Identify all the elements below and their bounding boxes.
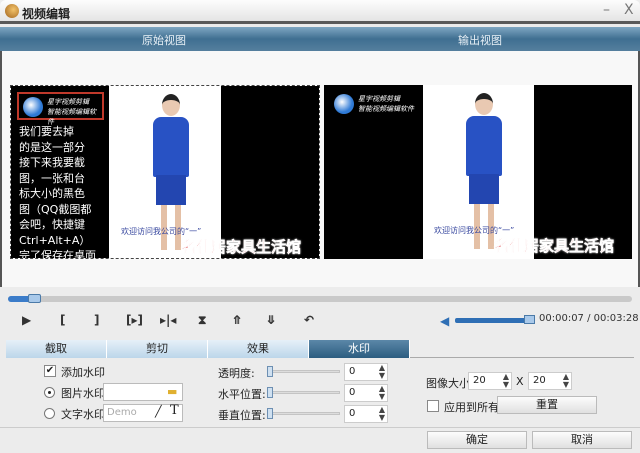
overlay-line: 标大小的黑色 xyxy=(19,187,85,200)
original-preview[interactable]: 星宇视频剪辑 智能视频编辑软件 我们要去掉的是这一部分 接下来我要截 图，一张和台 标大… xyxy=(10,85,320,259)
overlay-line: 图，一张和台 xyxy=(19,171,85,185)
size-width-spinner[interactable]: 20 ▲ ▼ xyxy=(468,372,512,390)
overlay-line: 会吧，快捷键 xyxy=(19,218,85,231)
cancel-button[interactable]: 取消 xyxy=(532,431,632,449)
watermark-panel: ✔ 添加水印 图片水印: ▬ 文字水印: Demo ╱ T 透明度: 0 ▲ ▼ 水… xyxy=(6,358,634,426)
pen-icon[interactable]: ╱ xyxy=(155,405,162,418)
minimize-button[interactable]: – xyxy=(603,2,610,18)
window-title: 视频编辑 xyxy=(22,7,71,21)
add-watermark-checkbox[interactable]: ✔ xyxy=(44,365,56,377)
vertical-position-slider[interactable] xyxy=(267,408,340,419)
overlay-text: 我们要去掉的是这一部分 接下来我要截 图，一张和台 标大小的黑色 图（QQ截图都 会吧，快… xyxy=(19,124,109,259)
folder-icon[interactable]: ▬ xyxy=(167,385,177,398)
title-bar xyxy=(0,0,640,24)
output-preview: 星宇视频剪辑 智能视频编辑软件 欢迎访问我公司的“一” 名仕居家具生活馆 xyxy=(324,85,632,259)
mark-out-icon[interactable]: ] xyxy=(94,313,99,327)
text-watermark-label: 文字水印: xyxy=(61,408,109,421)
time-display: 00:00:07 / 00:03:28 xyxy=(539,313,639,324)
overlay-line: 图（QQ截图都 xyxy=(19,202,92,216)
output-black-right xyxy=(534,85,632,259)
volume-slider[interactable] xyxy=(455,318,533,323)
horizontal-position-label: 水平位置: xyxy=(218,388,266,401)
opacity-label: 透明度: xyxy=(218,367,255,380)
app-icon xyxy=(5,4,19,18)
split-icon[interactable]: ▸|◂ xyxy=(160,313,176,327)
ok-button[interactable]: 确定 xyxy=(427,431,527,449)
rotate-right-icon[interactable]: ⤋ xyxy=(266,313,276,327)
horizontal-position-slider[interactable] xyxy=(267,387,340,398)
vertical-position-spinner[interactable]: 0 ▲ ▼ xyxy=(344,405,388,423)
tab-cut[interactable]: 剪切 xyxy=(107,340,208,358)
logo: 星宇视频剪辑 智能视频编辑软件 xyxy=(17,92,104,126)
mark-in-icon[interactable]: [ xyxy=(60,313,65,327)
apply-all-label: 应用到所有 xyxy=(444,401,499,414)
output-view-label: 输出视图 xyxy=(458,34,502,47)
tab-effects[interactable]: 效果 xyxy=(208,340,309,358)
text-font-icon[interactable]: T xyxy=(170,403,179,418)
apply-all-checkbox[interactable] xyxy=(427,400,439,412)
overlay-line: 接下来我要截 xyxy=(19,156,85,169)
rotate-left-icon[interactable]: ⤊ xyxy=(232,313,242,327)
opacity-slider[interactable] xyxy=(267,366,340,377)
image-watermark-radio[interactable] xyxy=(44,387,55,398)
overlay-line: 我们要去掉 xyxy=(19,125,74,138)
brand-text: 名仕居家具生活馆 xyxy=(181,238,302,257)
trim-icon[interactable]: ⧗ xyxy=(198,313,206,328)
volume-thumb[interactable] xyxy=(524,315,535,324)
size-x-label: X xyxy=(516,375,524,388)
image-size-label: 图像大小: xyxy=(426,377,474,390)
preview-area: 星宇视频剪辑 智能视频编辑软件 我们要去掉的是这一部分 接下来我要截 图，一张和台 标大… xyxy=(0,51,640,287)
output-logo: 星宇视频剪辑 智能视频编辑软件 xyxy=(330,91,417,119)
overlay-line: 完了保存在桌面 xyxy=(19,249,96,259)
overlay-line: Ctrl+Alt+A） xyxy=(19,233,91,247)
image-watermark-label: 图片水印: xyxy=(61,387,109,400)
output-brand-text: 名仕居家具生活馆 xyxy=(494,237,615,256)
view-header: 原始视图 输出视图 xyxy=(0,27,640,51)
tab-bar: 截取 剪切 效果 水印 xyxy=(6,340,634,358)
footer: 确定 取消 xyxy=(0,427,640,453)
close-button[interactable]: X xyxy=(624,2,634,18)
output-logo-text: 星宇视频剪辑 智能视频编辑软件 xyxy=(358,95,414,113)
size-height-spinner[interactable]: 20 ▲ ▼ xyxy=(528,372,572,390)
opacity-spinner[interactable]: 0 ▲ ▼ xyxy=(344,363,388,381)
vertical-position-label: 垂直位置: xyxy=(218,409,266,422)
reset-button[interactable]: 重置 xyxy=(497,396,597,414)
play-icon[interactable]: ▶ xyxy=(22,313,31,327)
play-selection-icon[interactable]: [▸] xyxy=(126,313,143,327)
output-black-left: 星宇视频剪辑 智能视频编辑软件 xyxy=(324,85,423,259)
original-view-label: 原始视图 xyxy=(142,34,186,47)
tab-capture[interactable]: 截取 xyxy=(6,340,107,358)
overlay-line: 的是这一部分 xyxy=(19,140,85,154)
add-watermark-label: 添加水印 xyxy=(61,366,105,379)
tab-watermark[interactable]: 水印 xyxy=(309,340,410,358)
black-overlay-right xyxy=(221,86,319,258)
text-watermark-radio[interactable] xyxy=(44,408,55,419)
timeline-thumb[interactable] xyxy=(27,294,41,303)
undo-icon[interactable]: ↶ xyxy=(304,313,314,327)
black-overlay-left: 星宇视频剪辑 智能视频编辑软件 我们要去掉的是这一部分 接下来我要截 图，一张和台 标大… xyxy=(11,86,109,259)
timeline-slider[interactable] xyxy=(8,294,632,303)
horizontal-position-spinner[interactable]: 0 ▲ ▼ xyxy=(344,384,388,402)
logo-text: 星宇视频剪辑 智能视频编辑软件 xyxy=(47,98,96,126)
volume-icon[interactable]: ◀ xyxy=(440,314,449,328)
